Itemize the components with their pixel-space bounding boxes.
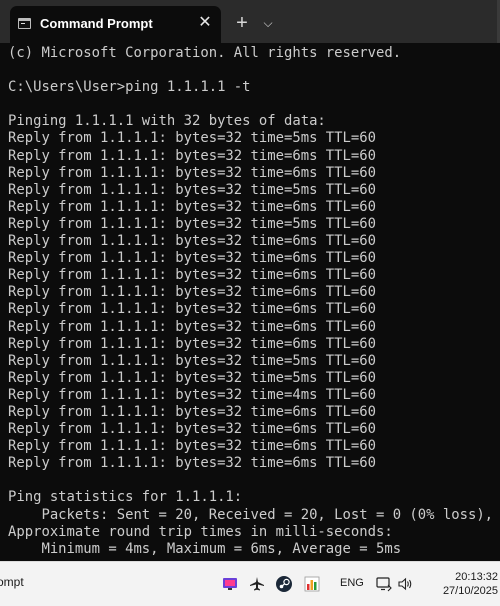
terminal-line: Reply from 1.1.1.1: bytes=32 time=6ms TT… (8, 267, 376, 284)
language-indicator[interactable]: ENG (340, 577, 364, 589)
speaker-icon[interactable] (396, 575, 414, 593)
terminal-line: Reply from 1.1.1.1: bytes=32 time=5ms TT… (8, 130, 376, 147)
terminal-line: Reply from 1.1.1.1: bytes=32 time=6ms TT… (8, 335, 376, 352)
terminal-line: Reply from 1.1.1.1: bytes=32 time=4ms TT… (8, 386, 376, 403)
terminal-output[interactable]: (c) Microsoft Corporation. All rights re… (8, 45, 496, 561)
terminal-line: Reply from 1.1.1.1: bytes=32 time=6ms TT… (8, 284, 376, 301)
terminal-line: Reply from 1.1.1.1: bytes=32 time=5ms TT… (8, 352, 376, 369)
terminal-line: Reply from 1.1.1.1: bytes=32 time=5ms TT… (8, 369, 376, 386)
steam-icon[interactable] (275, 575, 293, 593)
chevron-down-icon[interactable]: ⌵ (258, 12, 278, 34)
taskbar: ompt ENG 20:13:32 27/10/2025 (0, 561, 500, 606)
tab-command-prompt[interactable]: Command Prompt ✕ (10, 6, 221, 43)
display-icon[interactable] (375, 575, 393, 593)
terminal-line: Ping statistics for 1.1.1.1: (8, 489, 243, 506)
terminal-line: Pinging 1.1.1.1 with 32 bytes of data: (8, 113, 326, 130)
clock-time: 20:13:32 (455, 571, 498, 583)
terminal-icon (18, 18, 31, 29)
terminal-line: Reply from 1.1.1.1: bytes=32 time=6ms TT… (8, 455, 376, 472)
terminal-line: Reply from 1.1.1.1: bytes=32 time=6ms TT… (8, 233, 376, 250)
tab-title: Command Prompt (40, 16, 153, 31)
terminal-line: Reply from 1.1.1.1: bytes=32 time=6ms TT… (8, 250, 376, 267)
terminal-line: (c) Microsoft Corporation. All rights re… (8, 45, 402, 61)
terminal-line: Reply from 1.1.1.1: bytes=32 time=6ms TT… (8, 438, 376, 455)
monitor-icon[interactable] (221, 575, 239, 593)
new-tab-button[interactable]: + (231, 12, 253, 34)
terminal-line: Approximate round trip times in milli-se… (8, 523, 393, 540)
clock-date: 27/10/2025 (442, 585, 498, 597)
terminal-line: Reply from 1.1.1.1: bytes=32 time=6ms TT… (8, 301, 376, 318)
terminal-line: Packets: Sent = 20, Received = 20, Lost … (8, 506, 494, 523)
title-bar: Command Prompt ✕ + ⌵ (0, 0, 500, 43)
terminal-line: Reply from 1.1.1.1: bytes=32 time=5ms TT… (8, 215, 376, 232)
chart-app-icon[interactable] (303, 575, 321, 593)
terminal-line: Reply from 1.1.1.1: bytes=32 time=5ms TT… (8, 181, 376, 198)
terminal-line: Reply from 1.1.1.1: bytes=32 time=6ms TT… (8, 164, 376, 181)
terminal-line: C:\Users\User>ping 1.1.1.1 -t (8, 79, 251, 96)
taskbar-app-label[interactable]: ompt (0, 575, 24, 589)
close-tab-icon[interactable]: ✕ (195, 13, 215, 33)
terminal-line: Reply from 1.1.1.1: bytes=32 time=6ms TT… (8, 198, 376, 215)
clock[interactable]: 20:13:32 27/10/2025 (430, 570, 498, 598)
terminal-line: Reply from 1.1.1.1: bytes=32 time=6ms TT… (8, 403, 376, 420)
airplane-icon[interactable] (248, 575, 266, 593)
terminal-line: Reply from 1.1.1.1: bytes=32 time=6ms TT… (8, 421, 376, 438)
terminal-line: Minimum = 4ms, Maximum = 6ms, Average = … (8, 540, 402, 557)
terminal-line: Reply from 1.1.1.1: bytes=32 time=6ms TT… (8, 318, 376, 335)
terminal-line: Reply from 1.1.1.1: bytes=32 time=6ms TT… (8, 147, 376, 164)
